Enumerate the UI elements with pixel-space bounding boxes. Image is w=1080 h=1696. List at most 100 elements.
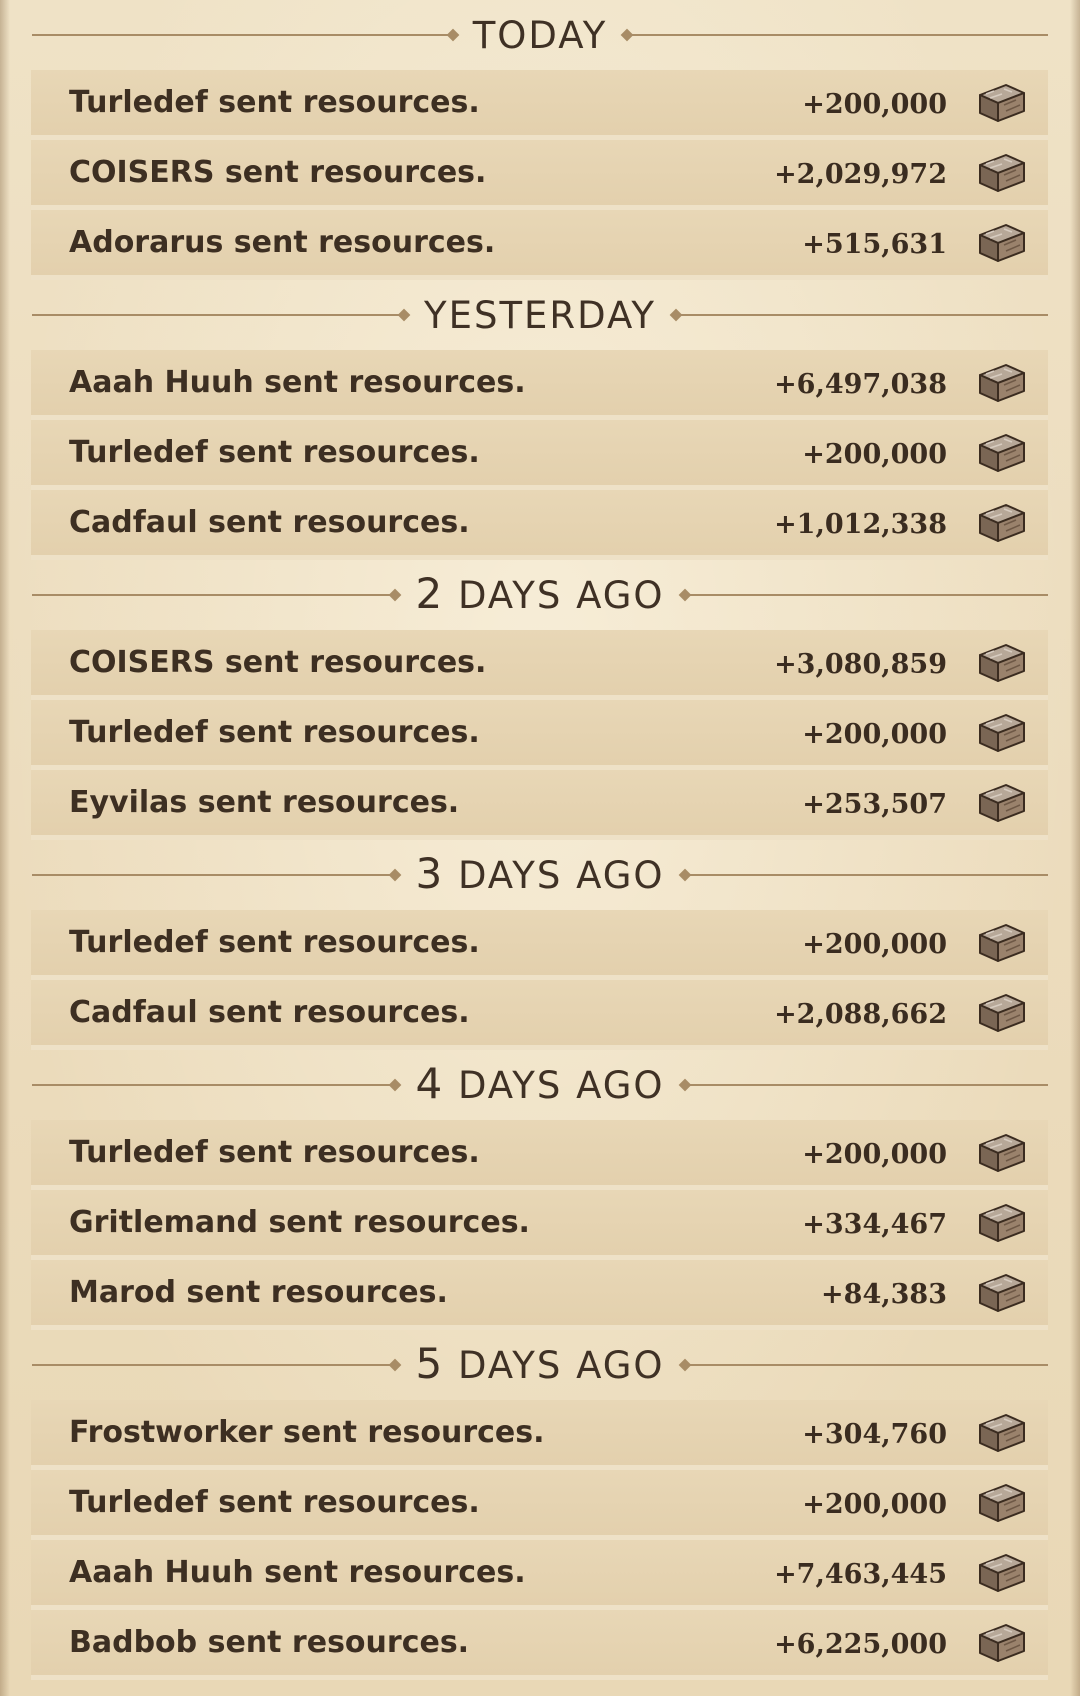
- log-entry-row[interactable]: Turledef sent resources. +200,000: [31, 70, 1048, 140]
- log-entry-row[interactable]: Eyvilas sent resources. +253,507: [31, 770, 1048, 840]
- log-entry-amount: +200,000: [802, 928, 947, 960]
- log-entry-amount: +200,000: [802, 1138, 947, 1170]
- stone-block-icon: [976, 1551, 1028, 1595]
- log-entry-row[interactable]: Cadfaul sent resources. +1,012,338: [31, 490, 1048, 560]
- stone-block-icon: [976, 641, 1028, 685]
- diamond-ornament-right: [678, 1358, 691, 1372]
- log-entry-text: Turledef sent resources.: [69, 714, 480, 750]
- section-title-text: DAYS AGO: [444, 574, 665, 618]
- log-entry-row[interactable]: Badbob sent resources. +6,225,000: [31, 1610, 1048, 1680]
- stone-block-icon: [976, 1271, 1028, 1315]
- log-entry-text: COISERS sent resources.: [69, 154, 487, 190]
- resource-log: TODAY Turledef sent resources. +200,000 COI…: [0, 0, 1080, 1680]
- log-entry-amount: +6,225,000: [774, 1628, 947, 1660]
- log-entry-row[interactable]: Frostworker sent resources. +304,760: [31, 1400, 1048, 1470]
- log-entry-amount: +1,012,338: [774, 508, 947, 540]
- log-entry-amount: +3,080,859: [774, 648, 947, 680]
- log-entry-amount: +304,760: [802, 1418, 947, 1450]
- diamond-ornament-left: [389, 588, 402, 602]
- diamond-ornament-right: [669, 308, 683, 322]
- section-title-text: TODAY: [472, 14, 608, 58]
- log-entry-text: Marod sent resources.: [69, 1274, 448, 1310]
- log-entry-amount: +7,463,445: [774, 1558, 947, 1590]
- log-entry-text: Turledef sent resources.: [69, 434, 480, 470]
- section-header: 5 DAYS AGO: [0, 1330, 1080, 1400]
- log-entry-text: Cadfaul sent resources.: [69, 994, 470, 1030]
- log-entry-text: Aaah Huuh sent resources.: [69, 364, 526, 400]
- log-entry-row[interactable]: Turledef sent resources. +200,000: [31, 910, 1048, 980]
- diamond-ornament-right: [678, 1078, 691, 1092]
- log-entry-row[interactable]: Turledef sent resources. +200,000: [31, 420, 1048, 490]
- log-entry-text: Turledef sent resources.: [69, 1484, 480, 1520]
- log-entry-amount: +200,000: [802, 438, 947, 470]
- log-entry-amount: +200,000: [802, 718, 947, 750]
- divider-line-right: [684, 1364, 1048, 1366]
- stone-block-icon: [976, 1411, 1028, 1455]
- section-title: 5 DAYS AGO: [415, 1343, 664, 1385]
- log-entry-amount: +6,497,038: [774, 368, 947, 400]
- log-entry-amount: +2,029,972: [774, 158, 947, 190]
- log-entry-text: COISERS sent resources.: [69, 644, 487, 680]
- log-entry-amount: +200,000: [802, 88, 947, 120]
- divider-line-right: [676, 314, 1048, 316]
- divider-line-left: [32, 34, 453, 36]
- log-entry-row[interactable]: COISERS sent resources. +3,080,859: [31, 630, 1048, 700]
- section-header: 2 DAYS AGO: [0, 560, 1080, 630]
- stone-block-icon: [976, 151, 1028, 195]
- log-entry-text: Turledef sent resources.: [69, 924, 480, 960]
- log-entry-row[interactable]: Turledef sent resources. +200,000: [31, 700, 1048, 770]
- diamond-ornament-left: [389, 1358, 402, 1372]
- diamond-ornament-left: [446, 28, 460, 42]
- log-entry-amount: +515,631: [802, 228, 947, 260]
- stone-block-icon: [976, 1201, 1028, 1245]
- section-header: 4 DAYS AGO: [0, 1050, 1080, 1120]
- log-entry-row[interactable]: Turledef sent resources. +200,000: [31, 1120, 1048, 1190]
- log-entry-text: Turledef sent resources.: [69, 84, 480, 120]
- log-entry-row[interactable]: Adorarus sent resources. +515,631: [31, 210, 1048, 280]
- section-title-number: 3: [415, 849, 445, 899]
- stone-block-icon: [976, 711, 1028, 755]
- log-entry-row[interactable]: COISERS sent resources. +2,029,972: [31, 140, 1048, 210]
- log-entry-row[interactable]: Cadfaul sent resources. +2,088,662: [31, 980, 1048, 1050]
- log-entry-row[interactable]: Aaah Huuh sent resources. +7,463,445: [31, 1540, 1048, 1610]
- stone-block-icon: [976, 431, 1028, 475]
- section-title-text: DAYS AGO: [444, 1064, 665, 1108]
- stone-block-icon: [976, 781, 1028, 825]
- stone-block-icon: [976, 361, 1028, 405]
- diamond-ornament-right: [678, 588, 691, 602]
- section-title-number: 4: [415, 1059, 445, 1109]
- log-entry-amount: +2,088,662: [774, 998, 947, 1030]
- diamond-ornament-left: [397, 308, 411, 322]
- log-entry-text: Frostworker sent resources.: [69, 1414, 545, 1450]
- section-title: TODAY: [473, 13, 608, 55]
- divider-line-left: [32, 1364, 396, 1366]
- section-title: 4 DAYS AGO: [415, 1063, 664, 1105]
- stone-block-icon: [976, 1621, 1028, 1665]
- section-header: TODAY: [0, 0, 1080, 70]
- stone-block-icon: [976, 1131, 1028, 1175]
- log-entry-text: Gritlemand sent resources.: [69, 1204, 530, 1240]
- section-header: 3 DAYS AGO: [0, 840, 1080, 910]
- stone-block-icon: [976, 501, 1028, 545]
- log-entry-amount: +200,000: [802, 1488, 947, 1520]
- stone-block-icon: [976, 991, 1028, 1035]
- section-title-number: 2: [415, 569, 445, 619]
- log-entry-row[interactable]: Gritlemand sent resources. +334,467: [31, 1190, 1048, 1260]
- log-entry-amount: +334,467: [802, 1208, 947, 1240]
- diamond-ornament-left: [389, 1078, 402, 1092]
- log-entry-row[interactable]: Turledef sent resources. +200,000: [31, 1470, 1048, 1540]
- divider-line-left: [32, 314, 404, 316]
- log-entry-row[interactable]: Aaah Huuh sent resources. +6,497,038: [31, 350, 1048, 420]
- divider-line-left: [32, 594, 396, 596]
- log-entry-amount: +253,507: [802, 788, 947, 820]
- section-title-text: DAYS AGO: [444, 1344, 665, 1388]
- log-entry-amount: +84,383: [821, 1278, 947, 1310]
- section-title: YESTERDAY: [424, 293, 656, 335]
- log-entry-row[interactable]: Marod sent resources. +84,383: [31, 1260, 1048, 1330]
- section-title-number: 5: [415, 1339, 445, 1389]
- stone-block-icon: [976, 221, 1028, 265]
- section-title-text: DAYS AGO: [444, 854, 665, 898]
- section-header: YESTERDAY: [0, 280, 1080, 350]
- log-entry-text: Eyvilas sent resources.: [69, 784, 460, 820]
- divider-line-right: [684, 874, 1048, 876]
